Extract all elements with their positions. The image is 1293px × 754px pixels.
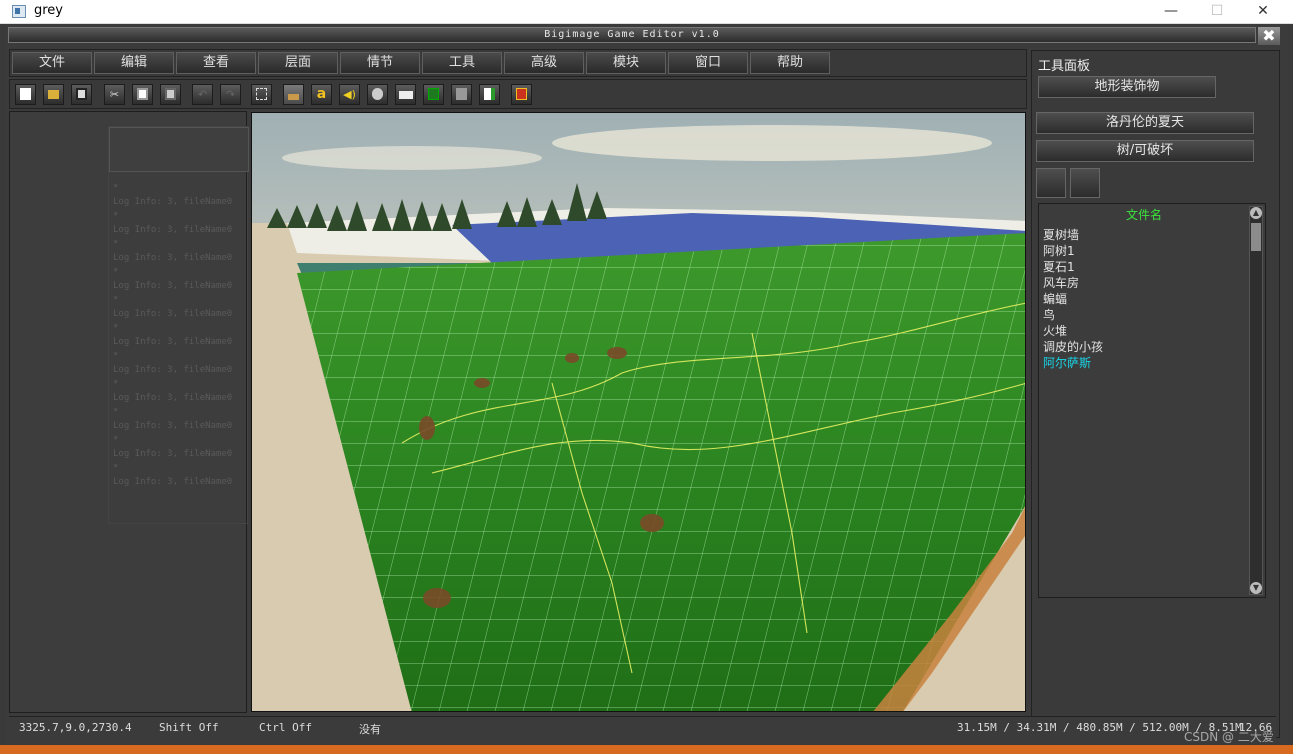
- list-item[interactable]: 鸟: [1043, 306, 1055, 323]
- terrain-icon[interactable]: [283, 84, 304, 105]
- log-line: Log Info: 3, fileName0: [113, 253, 233, 263]
- menu-bar: 文件 编辑 查看 层面 情节 工具 高级 模块 窗口 帮助: [9, 49, 1027, 77]
- menu-module[interactable]: 模块: [586, 52, 666, 74]
- os-taskbar: [0, 745, 1293, 754]
- terrain-3d-view: [252, 113, 1025, 711]
- log-line: Log Info: 3, fileName0: [113, 421, 233, 431]
- tileset-summer-button[interactable]: 洛丹伦的夏天: [1036, 112, 1254, 134]
- log-marker: *: [113, 295, 119, 305]
- list-item-selected[interactable]: 阿尔萨斯: [1043, 354, 1091, 371]
- close-button[interactable]: ✕: [1240, 0, 1286, 24]
- log-marker: *: [113, 239, 119, 249]
- list-item[interactable]: 夏石1: [1043, 258, 1075, 275]
- tool-panel: 工具面板 地形装饰物 洛丹伦的夏天 树/可破坏 文件名 夏树墙 阿树1 夏石1 …: [1031, 50, 1280, 738]
- menu-view[interactable]: 查看: [176, 52, 256, 74]
- text-a-icon[interactable]: a: [311, 84, 332, 105]
- open-folder-icon[interactable]: [43, 84, 64, 105]
- menu-file[interactable]: 文件: [12, 52, 92, 74]
- scroll-down-icon[interactable]: ▼: [1250, 582, 1262, 594]
- list-item[interactable]: 调皮的小孩: [1043, 338, 1103, 355]
- menu-layer[interactable]: 层面: [258, 52, 338, 74]
- sound-icon[interactable]: ◀): [339, 84, 360, 105]
- scroll-up-icon[interactable]: ▲: [1250, 207, 1262, 219]
- save-icon[interactable]: [71, 84, 92, 105]
- editor-window: Bigimage Game Editor v1.0 ✖ 文件 编辑 查看 层面 …: [6, 25, 1287, 743]
- editor-close-icon[interactable]: ✖: [1258, 27, 1280, 45]
- menu-plot[interactable]: 情节: [340, 52, 420, 74]
- menu-advanced[interactable]: 高级: [504, 52, 584, 74]
- log-line: Log Info: 3, fileName0: [113, 281, 233, 291]
- list-item[interactable]: 火堆: [1043, 322, 1067, 339]
- script-icon[interactable]: [423, 84, 444, 105]
- select-rect-icon[interactable]: [251, 84, 272, 105]
- log-line: Log Info: 3, fileName0: [113, 197, 233, 207]
- log-marker: *: [113, 323, 119, 333]
- character-icon[interactable]: [367, 84, 388, 105]
- menu-edit[interactable]: 编辑: [94, 52, 174, 74]
- log-line: Log Info: 3, fileName0: [113, 225, 233, 235]
- cursor-coordinates: 3325.7,9.0,2730.4: [19, 721, 132, 734]
- file-list-header: 文件名: [1125, 208, 1162, 222]
- menu-help[interactable]: 帮助: [750, 52, 830, 74]
- export-icon[interactable]: [479, 84, 500, 105]
- ctrl-state: Ctrl Off: [259, 721, 312, 734]
- log-line: Log Info: 3, fileName0: [113, 337, 233, 347]
- small-tool-button-1[interactable]: [1036, 168, 1066, 198]
- log-output[interactable]: * Log Info: 3, fileName0 * Log Info: 3, fil…: [108, 126, 249, 524]
- new-file-icon[interactable]: [15, 84, 36, 105]
- file-list-scrollbar[interactable]: ▲ ▼: [1249, 206, 1263, 595]
- log-marker: *: [113, 211, 119, 221]
- paste-icon[interactable]: [160, 84, 181, 105]
- log-line: Log Info: 3, fileName0: [113, 393, 233, 403]
- toolbar: ✂ ↶ ↷ a ◀): [9, 79, 1027, 109]
- log-marker: *: [113, 463, 119, 473]
- shift-state: Shift Off: [159, 721, 219, 734]
- trees-destructibles-button[interactable]: 树/可破坏: [1036, 140, 1254, 162]
- book-icon[interactable]: [395, 84, 416, 105]
- menu-tools[interactable]: 工具: [422, 52, 502, 74]
- tool-panel-title: 工具面板: [1038, 59, 1091, 74]
- list-item[interactable]: 风车房: [1043, 274, 1079, 291]
- file-list[interactable]: 文件名 夏树墙 阿树1 夏石1 风车房 蝙蝠 鸟 火堆 调皮的小孩 阿尔萨斯 ▲…: [1038, 203, 1266, 598]
- app-window-icon: [12, 5, 26, 18]
- watermark: CSDN @ 二大爱: [1184, 730, 1274, 744]
- undo-icon[interactable]: ↶: [192, 84, 213, 105]
- redo-icon[interactable]: ↷: [220, 84, 241, 105]
- small-tool-button-2[interactable]: [1070, 168, 1100, 198]
- menu-window[interactable]: 窗口: [668, 52, 748, 74]
- terrain-viewport[interactable]: [251, 112, 1026, 712]
- window-title: grey: [34, 3, 64, 18]
- status-bar: 3325.7,9.0,2730.4 Shift Off Ctrl Off 没有 …: [9, 716, 1276, 738]
- log-marker: *: [113, 351, 119, 361]
- log-line: Log Info: 3, fileName0: [113, 309, 233, 319]
- object-icon[interactable]: [451, 84, 472, 105]
- log-marker: *: [113, 407, 119, 417]
- log-marker: *: [113, 267, 119, 277]
- cut-icon[interactable]: ✂: [104, 84, 125, 105]
- log-line: Log Info: 3, fileName0: [113, 477, 233, 487]
- minimize-button[interactable]: —: [1148, 0, 1194, 24]
- current-mode: 没有: [359, 723, 381, 736]
- copy-icon[interactable]: [132, 84, 153, 105]
- list-item[interactable]: 阿树1: [1043, 242, 1075, 259]
- os-title-bar: grey — ☐ ✕: [0, 0, 1293, 24]
- tab-terrain-decorations[interactable]: 地形装饰物: [1038, 76, 1216, 98]
- log-header: [109, 127, 249, 172]
- list-item[interactable]: 夏树墙: [1043, 226, 1079, 243]
- log-marker: *: [113, 183, 119, 193]
- log-marker: *: [113, 379, 119, 389]
- list-item[interactable]: 蝙蝠: [1043, 290, 1067, 307]
- log-marker: *: [113, 435, 119, 445]
- log-line: Log Info: 3, fileName0: [113, 449, 233, 459]
- editor-caption: Bigimage Game Editor v1.0: [8, 27, 1256, 43]
- record-icon[interactable]: [511, 84, 532, 105]
- log-panel: * Log Info: 3, fileName0 * Log Info: 3, fil…: [9, 111, 249, 713]
- log-line: Log Info: 3, fileName0: [113, 365, 233, 375]
- scroll-thumb[interactable]: [1251, 223, 1261, 251]
- maximize-button[interactable]: ☐: [1194, 0, 1240, 24]
